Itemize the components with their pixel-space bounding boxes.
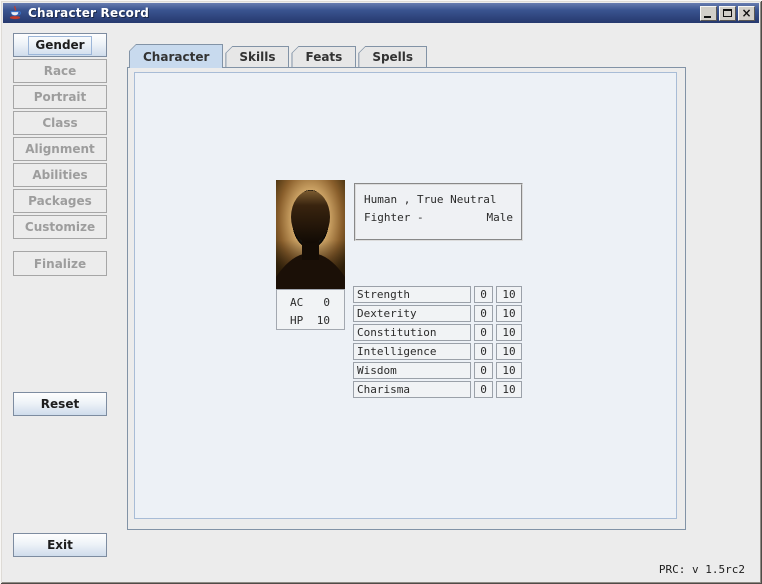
exit-button[interactable]: Exit	[13, 533, 107, 557]
ability-score: 10	[496, 324, 522, 341]
ability-score: 10	[496, 381, 522, 398]
ability-mod: 0	[474, 343, 493, 360]
class-text: Fighter -	[364, 211, 424, 229]
tab-character-label: Character	[130, 45, 222, 68]
finalize-button-label: Finalize	[34, 257, 86, 271]
hp-label: HP	[290, 314, 308, 327]
character-tab-content: AC 0 HP 10 Human , True Neutral Fighter …	[127, 67, 686, 530]
gender-button[interactable]: Gender	[13, 33, 107, 57]
ability-name: Wisdom	[353, 362, 471, 379]
alignment-button-label: Alignment	[25, 142, 95, 156]
gender-text: Male	[487, 211, 514, 229]
race-button[interactable]: Race	[13, 59, 107, 83]
race-alignment-text: Human , True Neutral	[364, 193, 513, 211]
ability-row-strength: Strength 0 10	[353, 286, 522, 303]
ability-row-wisdom: Wisdom 0 10	[353, 362, 522, 379]
ability-name: Strength	[353, 286, 471, 303]
class-button[interactable]: Class	[13, 111, 107, 135]
tab-feats-label: Feats	[292, 47, 355, 67]
ability-mod: 0	[474, 381, 493, 398]
reset-button-label: Reset	[41, 397, 79, 411]
tab-skills-label: Skills	[226, 47, 288, 67]
exit-button-label: Exit	[47, 538, 73, 552]
class-gender-line: Fighter - Male	[364, 211, 513, 229]
ability-name: Constitution	[353, 324, 471, 341]
ability-name: Intelligence	[353, 343, 471, 360]
maximize-button[interactable]	[719, 6, 736, 21]
tab-skills[interactable]: Skills	[225, 46, 289, 67]
character-summary-box: Human , True Neutral Fighter - Male	[354, 183, 523, 241]
ability-row-constitution: Constitution 0 10	[353, 324, 522, 341]
ability-mod: 0	[474, 324, 493, 341]
race-button-label: Race	[44, 64, 77, 78]
customize-button-label: Customize	[25, 220, 95, 234]
ac-value: 0	[308, 296, 330, 309]
ability-score: 10	[496, 305, 522, 322]
ability-name: Dexterity	[353, 305, 471, 322]
alignment-button[interactable]: Alignment	[13, 137, 107, 161]
portrait-button[interactable]: Portrait	[13, 85, 107, 109]
ability-row-intelligence: Intelligence 0 10	[353, 343, 522, 360]
reset-button[interactable]: Reset	[13, 392, 107, 416]
ability-score: 10	[496, 343, 522, 360]
gender-button-label: Gender	[28, 36, 91, 55]
ability-row-charisma: Charisma 0 10	[353, 381, 522, 398]
portrait-button-label: Portrait	[34, 90, 87, 104]
tab-character[interactable]: Character	[129, 44, 223, 68]
packages-button[interactable]: Packages	[13, 189, 107, 213]
tab-spells[interactable]: Spells	[358, 46, 427, 67]
class-button-label: Class	[42, 116, 77, 130]
ability-mod: 0	[474, 305, 493, 322]
combat-stats-box: AC 0 HP 10	[276, 289, 345, 330]
ability-name: Charisma	[353, 381, 471, 398]
abilities-button-label: Abilities	[32, 168, 87, 182]
minimize-icon	[704, 16, 711, 18]
abilities-button[interactable]: Abilities	[13, 163, 107, 187]
java-coffee-cup-icon	[7, 5, 23, 21]
finalize-button[interactable]: Finalize	[13, 251, 107, 276]
ability-mod: 0	[474, 362, 493, 379]
close-button[interactable]: ×	[738, 6, 755, 21]
tabbed-pane: Character Skills Feats Spells	[127, 44, 686, 530]
hp-row: HP 10	[277, 311, 344, 329]
tab-feats[interactable]: Feats	[291, 46, 356, 67]
ability-score: 10	[496, 286, 522, 303]
window-controls: ×	[700, 6, 755, 21]
window-title: Character Record	[28, 6, 149, 20]
packages-button-label: Packages	[28, 194, 92, 208]
customize-button[interactable]: Customize	[13, 215, 107, 239]
character-portrait	[276, 180, 345, 289]
version-label: PRC: v 1.5rc2	[659, 563, 745, 576]
tab-strip: Character Skills Feats Spells	[129, 44, 427, 67]
tab-spells-label: Spells	[359, 47, 426, 67]
ac-row: AC 0	[277, 293, 344, 311]
character-record-window: Character Record × Gender Race Portrait …	[0, 0, 762, 584]
minimize-button[interactable]	[700, 6, 717, 21]
hp-value: 10	[308, 314, 330, 327]
close-icon: ×	[741, 7, 751, 19]
title-bar[interactable]: Character Record ×	[3, 3, 759, 23]
character-summary-panel: AC 0 HP 10 Human , True Neutral Fighter …	[134, 72, 677, 519]
ability-row-dexterity: Dexterity 0 10	[353, 305, 522, 322]
ability-score: 10	[496, 362, 522, 379]
maximize-icon	[723, 9, 732, 17]
ability-mod: 0	[474, 286, 493, 303]
ac-label: AC	[290, 296, 308, 309]
